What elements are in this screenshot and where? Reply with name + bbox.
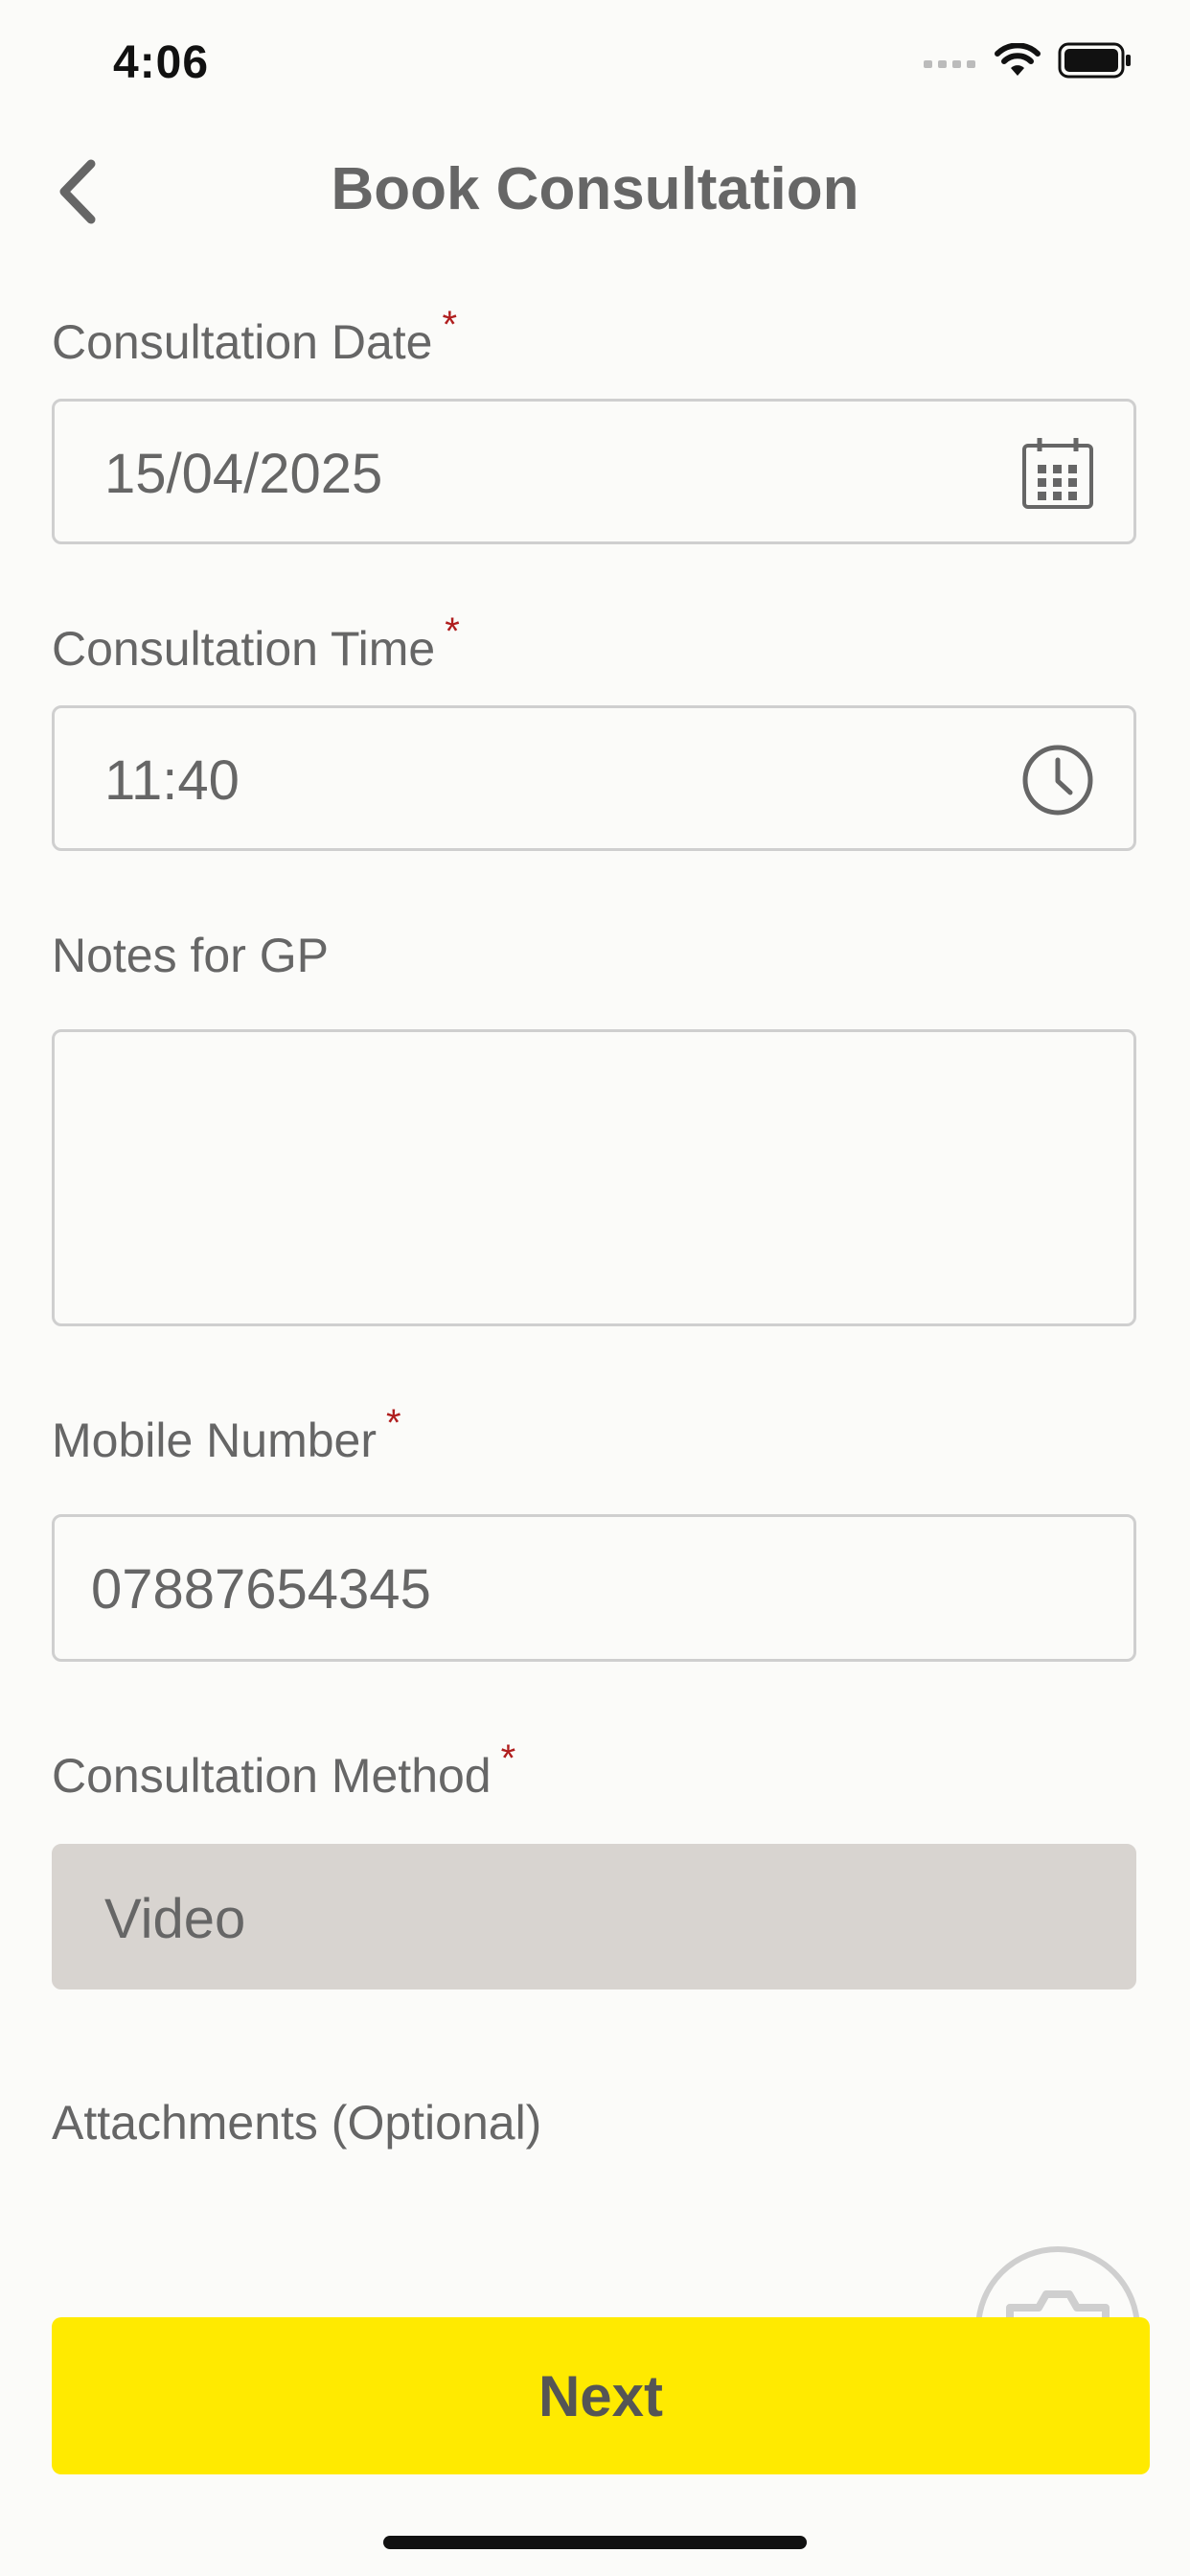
consultation-date-label: Consultation Date * <box>52 304 457 370</box>
mobile-number-value: 07887654345 <box>91 1558 431 1621</box>
consultation-time-label-text: Consultation Time <box>52 622 436 676</box>
required-marker: * <box>386 1402 401 1444</box>
page-title: Book Consultation <box>331 156 859 222</box>
home-indicator <box>383 2536 807 2549</box>
consultation-method-label: Consultation Method * <box>52 1737 515 1804</box>
consultation-method-label-text: Consultation Method <box>52 1749 492 1803</box>
required-marker: * <box>442 304 458 346</box>
consultation-time-label: Consultation Time * <box>52 610 460 677</box>
mobile-number-label-text: Mobile Number <box>52 1414 378 1467</box>
consultation-time-value: 11:40 <box>104 749 240 812</box>
consultation-time-field[interactable]: 11:40 <box>52 705 1136 851</box>
consultation-date-field[interactable]: 15/04/2025 <box>52 399 1136 544</box>
attachments-label-text: Attachments (Optional) <box>52 2096 542 2150</box>
signal-icon <box>924 60 975 68</box>
wifi-icon <box>995 43 1041 76</box>
notes-label-text: Notes for GP <box>52 929 329 982</box>
mobile-number-input[interactable]: 07887654345 <box>52 1514 1136 1662</box>
nav-bar: Book Consultation <box>0 134 1190 249</box>
status-icons <box>924 42 1133 79</box>
notes-label: Notes for GP <box>52 928 329 983</box>
clock-icon[interactable] <box>1020 743 1095 817</box>
calendar-icon[interactable] <box>1020 436 1095 511</box>
status-bar: 4:06 <box>0 0 1190 134</box>
consultation-date-label-text: Consultation Date <box>52 315 433 369</box>
required-marker: * <box>500 1737 516 1780</box>
consultation-method-value: Video <box>104 1888 246 1950</box>
notes-textarea[interactable] <box>52 1029 1136 1326</box>
consultation-date-value: 15/04/2025 <box>104 443 383 505</box>
attachments-label: Attachments (Optional) <box>52 2095 541 2150</box>
consultation-method-select[interactable]: Video <box>52 1844 1136 1990</box>
required-marker: * <box>445 610 460 653</box>
status-time: 4:06 <box>113 37 210 88</box>
next-button[interactable]: Next <box>52 2317 1150 2474</box>
battery-icon <box>1058 42 1131 79</box>
mobile-number-label: Mobile Number * <box>52 1402 401 1468</box>
